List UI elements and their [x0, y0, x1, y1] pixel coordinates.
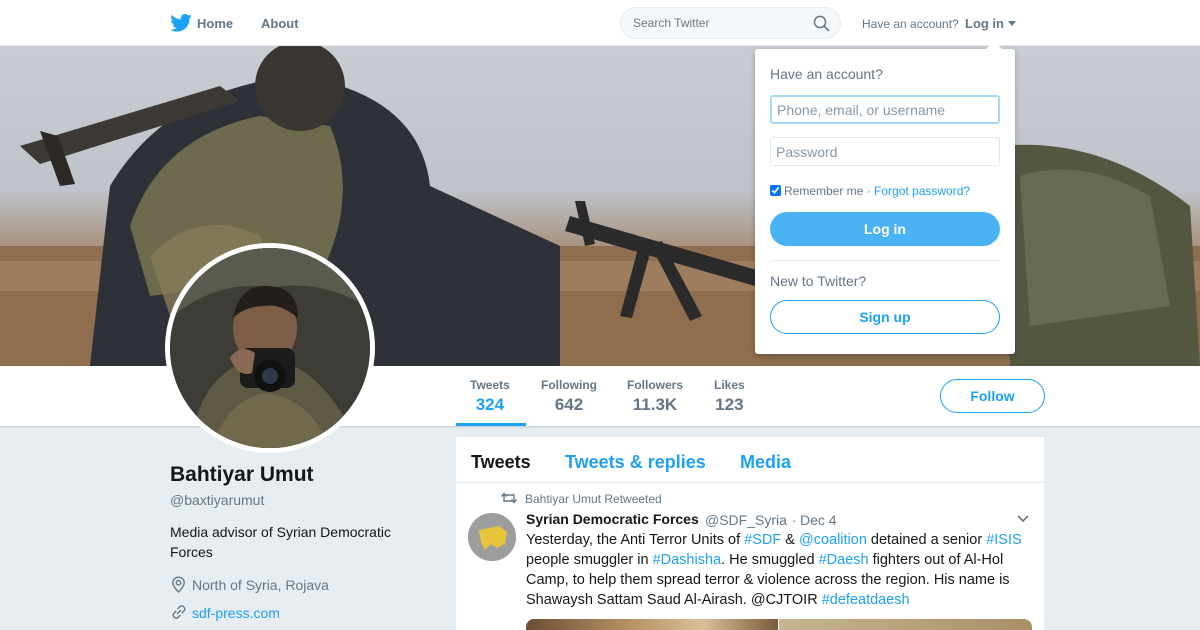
stat-likes[interactable]: Likes 123 [714, 378, 745, 415]
profile-website-link[interactable]: sdf-press.com [192, 605, 280, 621]
stat-label: Tweets [470, 378, 510, 392]
stat-value: 324 [475, 395, 505, 414]
stat-label: Following [541, 378, 597, 392]
divider [770, 260, 1000, 261]
stat-value: 642 [554, 395, 584, 414]
tweet-media-image[interactable] [526, 619, 778, 630]
remember-me-row: Remember me · Forgot password? [770, 184, 970, 198]
top-nav: Home About Have an account? Log in [0, 0, 1200, 46]
username-field[interactable] [770, 95, 1000, 124]
tweet-author-avatar[interactable] [468, 513, 516, 561]
tab-tweets[interactable]: Tweets [471, 452, 531, 473]
tweet-media-image[interactable] [779, 619, 1032, 630]
new-to-twitter-text: New to Twitter? [770, 273, 867, 289]
avatar-image [170, 248, 370, 448]
tweet-entity-link[interactable]: #SDF [744, 532, 781, 548]
stat-label: Followers [627, 378, 684, 392]
tweet-author-handle[interactable]: @SDF_Syria [705, 512, 787, 528]
tweet-entity-link[interactable]: #Daesh [819, 552, 869, 568]
login-dropdown: Have an account? Remember me · Forgot pa… [755, 41, 1015, 354]
caret-down-icon[interactable] [1008, 21, 1016, 26]
tweet-text-segment: people smuggler in [526, 552, 653, 568]
link-icon [172, 605, 186, 619]
tweet-date[interactable]: Dec 4 [800, 512, 837, 528]
tweet-text: Yesterday, the Anti Terror Units of #SDF… [526, 530, 1026, 610]
tweet-entity-link[interactable]: #Dashisha [653, 552, 722, 568]
tweet-text-segment: . He smuggled [721, 552, 819, 568]
location-pin-icon [172, 576, 185, 593]
profile-handle: @baxtiyarumut [170, 492, 265, 508]
search-input[interactable] [633, 16, 803, 30]
have-account-text: Have an account? [862, 17, 959, 31]
password-field[interactable] [770, 137, 1000, 166]
tweet-text-segment: Yesterday, the Anti Terror Units of [526, 532, 745, 548]
search-icon[interactable] [813, 15, 830, 32]
stat-following[interactable]: Following 642 [541, 378, 597, 415]
dropdown-arrow [986, 41, 1002, 49]
stat-followers[interactable]: Followers 11.3K [627, 378, 683, 415]
tweet-entity-link[interactable]: #ISIS [986, 532, 1021, 548]
login-button[interactable]: Log in [770, 212, 1000, 246]
search-box[interactable] [620, 7, 841, 39]
timeline: Tweets Tweets & replies Media Bahtiyar U… [456, 437, 1044, 630]
tweet-text-segment: & [781, 532, 799, 548]
tweet-author-name[interactable]: Syrian Democratic Forces [526, 511, 699, 527]
tweet-separator: · [792, 512, 797, 528]
profile-avatar[interactable] [165, 243, 375, 453]
stat-label: Likes [714, 378, 745, 392]
tweet-entity-link[interactable]: @coalition [799, 532, 867, 548]
remember-me-checkbox[interactable] [770, 185, 781, 196]
stat-tweets[interactable]: Tweets 324 [470, 378, 510, 415]
tweet-entity-link[interactable]: #defeatdaesh [822, 592, 910, 608]
nav-home-link[interactable]: Home [197, 16, 233, 31]
stat-value: 123 [715, 395, 744, 414]
tab-tweets-replies[interactable]: Tweets & replies [565, 452, 706, 473]
login-dropdown-toggle[interactable]: Log in [965, 16, 1004, 31]
stat-value: 11.3K [632, 395, 678, 414]
sdf-logo-icon [469, 514, 515, 560]
follow-button[interactable]: Follow [940, 379, 1045, 413]
signup-button[interactable]: Sign up [770, 300, 1000, 334]
retweet-icon [501, 492, 517, 504]
chevron-down-icon[interactable] [1017, 515, 1029, 523]
tab-media[interactable]: Media [740, 452, 791, 473]
login-title: Have an account? [770, 66, 883, 82]
profile-name: Bahtiyar Umut [170, 463, 314, 486]
nav-about-link[interactable]: About [261, 16, 299, 31]
profile-location: North of Syria, Rojava [192, 577, 329, 593]
twitter-bird-icon[interactable] [170, 14, 192, 32]
active-stat-underline [456, 423, 526, 426]
profile-bio: Media advisor of Syrian Democratic Force… [170, 524, 391, 560]
remember-me-label[interactable]: Remember me [784, 184, 863, 198]
timeline-tabs: Tweets Tweets & replies Media [456, 437, 1044, 483]
dot-separator: · [863, 184, 875, 198]
retweeted-by-text: Bahtiyar Umut Retweeted [525, 492, 662, 506]
forgot-password-link[interactable]: Forgot password? [874, 184, 970, 198]
tweet-text-segment: detained a senior [866, 532, 987, 548]
